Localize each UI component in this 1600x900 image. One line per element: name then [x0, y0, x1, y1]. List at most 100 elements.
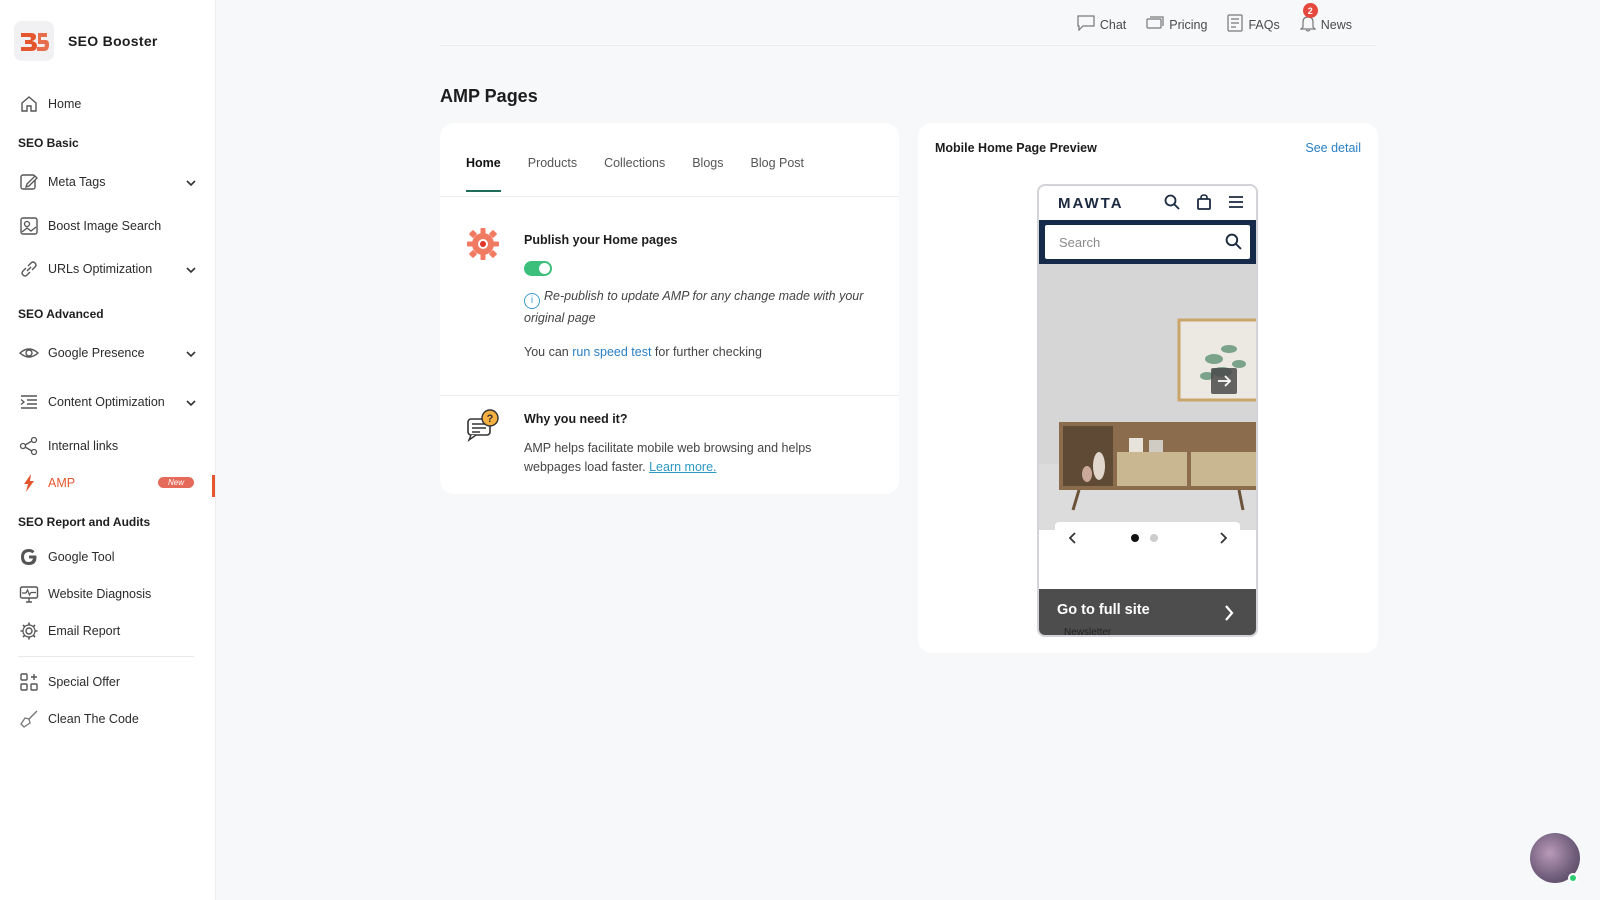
publish-toggle[interactable] [524, 261, 552, 276]
tab-collections[interactable]: Collections [604, 156, 665, 170]
online-status-dot [1568, 873, 1578, 883]
monitor-pulse-icon [18, 583, 40, 605]
top-links: Chat Pricing FAQs 2 News [1077, 3, 1352, 35]
sidebar-item-internal-links[interactable]: Internal links [18, 432, 204, 460]
tab-home[interactable]: Home [466, 156, 501, 192]
sidebar-item-meta-tags[interactable]: Meta Tags [18, 168, 204, 196]
sidebar-item-amp[interactable]: AMP New [18, 469, 204, 497]
broom-icon [18, 708, 40, 730]
faqs-label: FAQs [1248, 17, 1280, 32]
active-indicator [212, 475, 215, 497]
chevron-right-icon [1224, 605, 1234, 625]
section-seo-basic: SEO Basic [18, 136, 79, 150]
section-seo-report: SEO Report and Audits [18, 515, 151, 529]
home-icon [18, 93, 40, 115]
publish-title: Publish your Home pages [524, 233, 678, 247]
phone-preview: MAWTA Search Go to full site Newsletter [1037, 184, 1258, 637]
page-type-tabs: Home Products Collections Blogs Blog Pos… [466, 156, 805, 192]
sidebar-item-urls-optimization[interactable]: URLs Optimization [18, 255, 204, 283]
amp-settings-card: Home Products Collections Blogs Blog Pos… [440, 123, 899, 494]
section-seo-advanced: SEO Advanced [18, 307, 104, 321]
sidebar-item-website-diagnosis[interactable]: Website Diagnosis [18, 580, 204, 608]
chevron-down-icon [186, 396, 196, 410]
carousel-controls [1055, 522, 1240, 552]
carousel-dot-active[interactable] [1131, 534, 1139, 542]
chat-link[interactable]: Chat [1077, 15, 1126, 34]
sidebar-item-google-tool[interactable]: Google Tool [18, 543, 204, 571]
store-search-band: Search [1039, 220, 1256, 264]
learn-more-link[interactable]: Learn more. [649, 460, 716, 474]
new-badge: New [157, 477, 194, 488]
sidebar-item-label: Home [48, 97, 82, 111]
speed-prefix: You can [524, 345, 573, 359]
apps-plus-icon [18, 671, 40, 693]
sidebar-item-label: Content Optimization [48, 395, 165, 409]
news-link[interactable]: 2 News [1299, 3, 1352, 35]
sidebar-item-special-offer[interactable]: Special Offer [18, 668, 204, 696]
notification-badge: 2 [1302, 3, 1318, 18]
sidebar-item-label: Email Report [48, 624, 121, 638]
settings-gear-icon [466, 227, 500, 266]
sidebar-divider [18, 656, 194, 657]
list-indent-icon [18, 391, 40, 413]
store-header: MAWTA [1039, 186, 1256, 220]
tab-blog-post[interactable]: Blog Post [751, 156, 805, 170]
sidebar-item-label: Meta Tags [48, 175, 106, 189]
chevron-left-icon[interactable] [1068, 531, 1077, 549]
run-speed-test-link[interactable]: run speed test [572, 345, 651, 359]
image-icon [18, 215, 40, 237]
share-icon [18, 435, 40, 457]
top-bar: Chat Pricing FAQs 2 News [440, 0, 1376, 46]
preview-title: Mobile Home Page Preview [935, 141, 1097, 155]
sidebar-item-label: URLs Optimization [48, 262, 153, 276]
shopping-bag-icon [1196, 194, 1212, 215]
hamburger-menu-icon [1228, 194, 1244, 215]
sidebar-item-google-presence[interactable]: Google Presence [18, 339, 204, 367]
carousel-dot[interactable] [1150, 534, 1158, 542]
republish-note-text: Re-publish to update AMP for any change … [524, 289, 864, 325]
brand[interactable]: SEO Booster [14, 21, 158, 61]
divider [440, 196, 899, 197]
divider [440, 395, 899, 396]
newsletter-label: Newsletter [1064, 627, 1112, 637]
faqs-link[interactable]: FAQs [1227, 14, 1280, 35]
tab-products[interactable]: Products [528, 156, 577, 170]
sidebar-item-content-optimization[interactable]: Content Optimization [18, 388, 204, 416]
why-text: AMP helps facilitate mobile web browsing… [524, 439, 854, 477]
chevron-right-icon[interactable] [1219, 531, 1228, 549]
chevron-down-icon [186, 176, 196, 190]
mobile-preview-card: Mobile Home Page Preview See detail MAWT… [918, 123, 1378, 653]
page-title: AMP Pages [440, 86, 538, 106]
google-icon [18, 546, 40, 568]
document-icon [1227, 14, 1244, 35]
sidebar: SEO Booster Home SEO Basic Meta Tags Boo… [0, 0, 216, 900]
eye-icon [18, 342, 40, 364]
svg-text:?: ? [487, 413, 494, 425]
sidebar-item-label: Website Diagnosis [48, 587, 152, 601]
go-to-full-site-button[interactable]: Go to full site Newsletter [1039, 589, 1256, 637]
tab-blogs[interactable]: Blogs [692, 156, 723, 170]
sidebar-item-home[interactable]: Home [18, 90, 204, 118]
speed-test-line: You can run speed test for further check… [524, 345, 762, 359]
sidebar-item-label: Boost Image Search [48, 219, 162, 233]
store-search-placeholder: Search [1059, 234, 1101, 250]
store-search-input: Search [1045, 225, 1250, 259]
see-detail-link[interactable]: See detail [1305, 141, 1361, 155]
sidebar-item-boost-image-search[interactable]: Boost Image Search [18, 212, 204, 240]
store-header-icons [1164, 194, 1244, 215]
sidebar-item-label: AMP [48, 476, 76, 490]
chat-label: Chat [1099, 17, 1127, 32]
sidebar-item-email-report[interactable]: Email Report [18, 617, 204, 645]
speed-suffix: for further checking [651, 345, 762, 359]
sidebar-item-label: Internal links [48, 439, 119, 453]
sidebar-item-label: Google Tool [48, 550, 115, 564]
pricing-link[interactable]: Pricing [1146, 15, 1207, 34]
republish-note: i Re-publish to update AMP for any change… [524, 287, 869, 328]
edit-icon [18, 171, 40, 193]
gear-icon [18, 620, 40, 642]
why-title: Why you need it? [524, 412, 628, 426]
chevron-down-icon [186, 263, 196, 277]
sidebar-item-clean-the-code[interactable]: Clean The Code [18, 705, 204, 733]
info-icon: i [524, 293, 540, 309]
store-logo: MAWTA [1058, 195, 1124, 212]
